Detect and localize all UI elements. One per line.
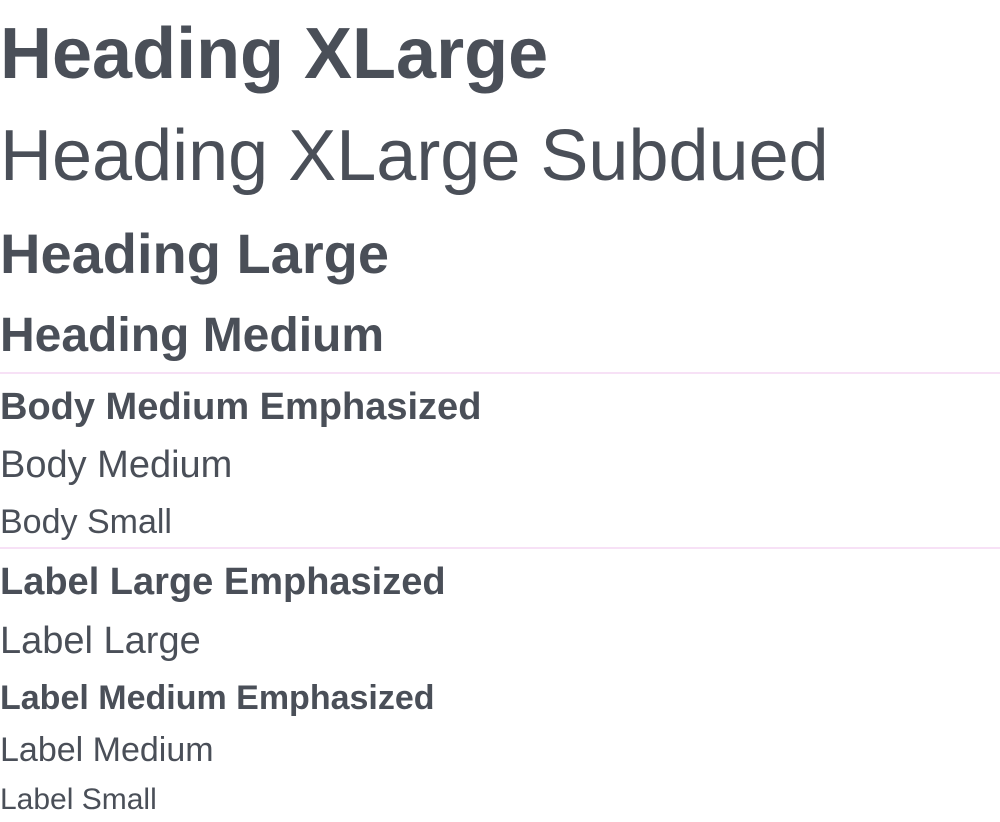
label-small-sample: Label Small bbox=[0, 783, 157, 816]
heading-medium-sample: Heading Medium bbox=[0, 309, 385, 362]
label-medium-sample: Label Medium bbox=[0, 731, 214, 769]
body-medium-emphasized-sample: Body Medium Emphasized bbox=[0, 386, 482, 428]
heading-large-sample: Heading Large bbox=[0, 222, 389, 285]
label-medium-emphasized-sample: Label Medium Emphasized bbox=[0, 679, 435, 717]
label-large-emphasized-sample: Label Large Emphasized bbox=[0, 561, 446, 603]
label-large-sample: Label Large bbox=[0, 620, 201, 662]
body-medium-sample: Body Medium bbox=[0, 444, 233, 486]
section-divider-body bbox=[0, 372, 1000, 374]
body-small-sample: Body Small bbox=[0, 503, 172, 541]
heading-xlarge-sample: Heading XLarge bbox=[0, 14, 549, 94]
section-divider-label bbox=[0, 547, 1000, 549]
heading-xlarge-subdued-sample: Heading XLarge Subdued bbox=[0, 116, 829, 196]
